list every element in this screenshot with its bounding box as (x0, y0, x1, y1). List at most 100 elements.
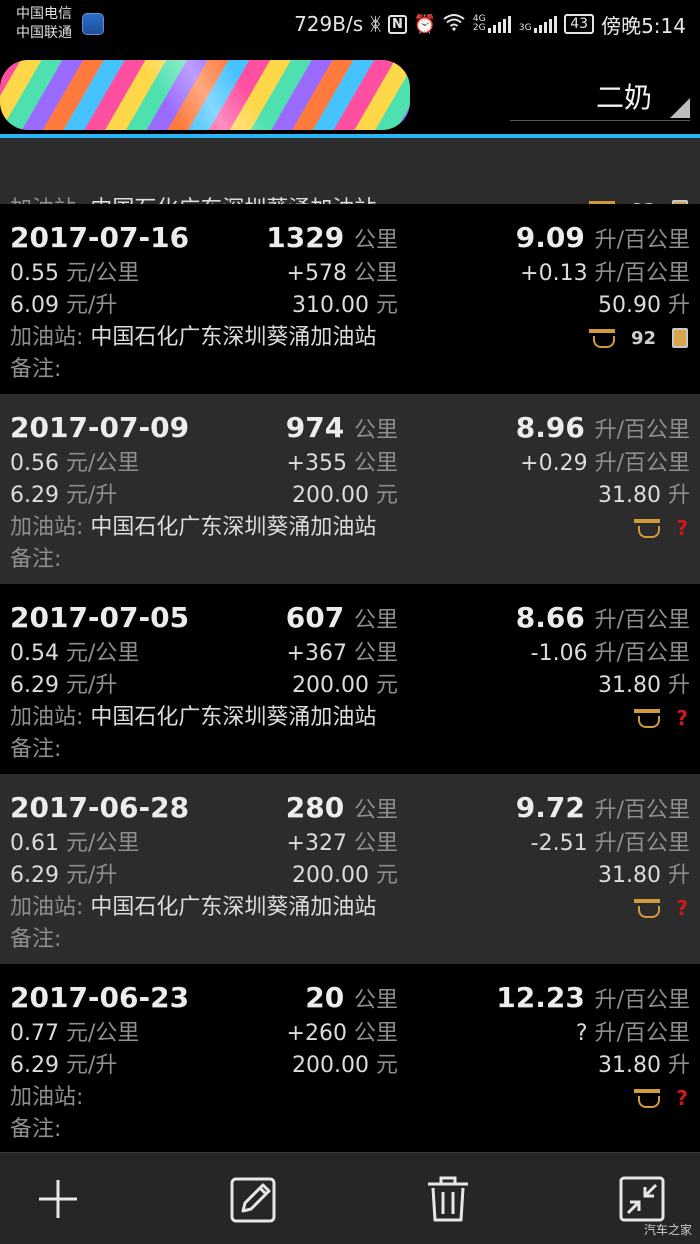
consumption-delta: ? 升/百公里 (575, 1021, 690, 1046)
delete-record-button[interactable] (422, 1173, 474, 1225)
fuel-volume: 31.80 升 (598, 1053, 690, 1078)
record-icons: ? (634, 704, 688, 732)
fuel-price: 6.29 元/升 (10, 673, 118, 698)
consumption-delta: +0.29 升/百公里 (520, 451, 690, 476)
octane-label: 92 (630, 327, 656, 349)
record-item[interactable]: 2017-07-16 1329 公里 9.09 升/百公里 0.55 元/公里 … (0, 204, 700, 394)
remark-row: 备注: (10, 1117, 62, 1142)
record-item[interactable]: 2017-06-28 280 公里 9.72 升/百公里 0.61 元/公里 +… (0, 774, 700, 964)
fuel-nozzle-icon (634, 519, 661, 538)
net-speed: 729B/s (294, 12, 364, 36)
amount-paid: 200.00 元 (292, 863, 398, 888)
consumption-delta: -1.06 升/百公里 (530, 641, 690, 666)
distance-delta: +578 公里 (286, 261, 398, 286)
record-item[interactable]: 2017-07-05 607 公里 8.66 升/百公里 0.54 元/公里 +… (0, 584, 700, 774)
cost-per-km: 0.54 元/公里 (10, 641, 140, 666)
fuel-nozzle-icon (634, 1089, 661, 1108)
consumption-delta: -2.51 升/百公里 (530, 831, 690, 856)
collapse-view-button[interactable] (616, 1173, 668, 1225)
unknown-octane-icon: ? (676, 896, 688, 920)
record-date: 2017-06-28 (10, 791, 190, 824)
record-icons: ? (634, 514, 688, 542)
plus-icon (39, 1180, 77, 1218)
record-icons: ? (634, 1084, 688, 1112)
cost-per-km: 0.61 元/公里 (10, 831, 140, 856)
dropdown-triangle-icon[interactable] (670, 98, 690, 118)
record-item[interactable]: 2017-07-09 974 公里 8.96 升/百公里 0.56 元/公里 +… (0, 394, 700, 584)
status-icons: 729B/s ᛤ N ⏰ 4G 2G 3G 43 傍晚5:14 (294, 10, 686, 38)
fuel-price: 6.09 元/升 (10, 293, 118, 318)
remark-row: 备注: (10, 357, 62, 382)
station-row: 加油站: 中国石化广东深圳葵涌加油站 (10, 325, 377, 350)
fuel-volume: 50.90 升 (598, 293, 690, 318)
signal-1-icon: 4G 2G (472, 15, 512, 33)
fuel-price: 6.29 元/升 (10, 863, 118, 888)
station-row: 加油站: 中国石化广东深圳葵涌加油站 (10, 705, 377, 730)
trash-icon (428, 1176, 468, 1222)
fuel-volume: 31.80 升 (598, 673, 690, 698)
fuel-tank-icon (672, 328, 688, 348)
station-row: 加油站: 中国石化广东深圳葵涌加油站 (10, 515, 377, 540)
distance-delta: +260 公里 (286, 1021, 398, 1046)
record-date: 2017-07-09 (10, 411, 190, 444)
record-date: 2017-07-16 (10, 221, 190, 254)
wifi-icon (443, 13, 465, 36)
bluetooth-icon: ᛤ (370, 13, 381, 35)
fuel-price: 6.29 元/升 (10, 483, 118, 508)
signal-2-icon: 3G (518, 15, 558, 33)
record-date: 2017-06-23 (10, 981, 190, 1014)
amount-paid: 200.00 元 (292, 1053, 398, 1078)
watermark: 汽车之家 (643, 1223, 692, 1237)
fuel-volume: 31.80 升 (598, 863, 690, 888)
bottom-toolbar: 汽车之家 (0, 1152, 700, 1244)
unknown-octane-icon: ? (676, 706, 688, 730)
record-icons: 92 (588, 324, 688, 352)
vehicle-selector[interactable]: 二奶 (596, 76, 652, 116)
remark-row: 备注: (10, 547, 62, 572)
odometer: 974 公里 (285, 411, 398, 444)
consumption: 8.66 升/百公里 (515, 601, 690, 634)
carrier-info: 中国电信 中国联通 (16, 5, 72, 43)
edit-record-button[interactable] (228, 1173, 280, 1225)
cost-per-km: 0.55 元/公里 (10, 261, 140, 286)
station-row: 加油站: 中国石化广东深圳葵涌加油站 (10, 895, 377, 920)
redacted-title-logo (0, 60, 410, 130)
distance-delta: +355 公里 (286, 451, 398, 476)
consumption: 12.23 升/百公里 (496, 981, 690, 1014)
battery-icon: 43 (564, 14, 595, 34)
amount-paid: 200.00 元 (292, 673, 398, 698)
odometer: 20 公里 (305, 981, 398, 1014)
nfc-icon: N (387, 14, 407, 34)
fuel-volume: 31.80 升 (598, 483, 690, 508)
record-icons: ? (634, 894, 688, 922)
edit-icon (230, 1177, 276, 1223)
notification-app-icon (82, 13, 104, 35)
cost-per-km: 0.56 元/公里 (10, 451, 140, 476)
remark-row: 备注: (10, 737, 62, 762)
record-date: 2017-07-05 (10, 601, 190, 634)
unknown-octane-icon: ? (676, 516, 688, 540)
add-record-button[interactable] (32, 1173, 84, 1225)
consumption: 8.96 升/百公里 (515, 411, 690, 444)
consumption: 9.72 升/百公里 (515, 791, 690, 824)
app-header: 二奶 (0, 48, 700, 136)
remark-row: 备注: (10, 927, 62, 952)
consumption: 9.09 升/百公里 (515, 221, 690, 254)
distance-delta: +327 公里 (286, 831, 398, 856)
amount-paid: 200.00 元 (292, 483, 398, 508)
fuel-record-list[interactable]: 加油站: 中国石化广东深圳葵涌加油站 备注: 92 2017-07-16 132… (0, 138, 700, 1152)
fuel-nozzle-icon (588, 329, 615, 348)
carrier-1: 中国电信 (16, 6, 72, 22)
vehicle-selector-underline (510, 120, 690, 121)
cost-per-km: 0.77 元/公里 (10, 1021, 140, 1046)
record-item[interactable]: 2017-06-23 20 公里 12.23 升/百公里 0.77 元/公里 +… (0, 964, 700, 1152)
odometer: 607 公里 (285, 601, 398, 634)
status-time: 傍晚5:14 (601, 13, 686, 38)
fuel-nozzle-icon (634, 709, 661, 728)
fuel-nozzle-icon (634, 899, 661, 918)
status-bar: 中国电信 中国联通 729B/s ᛤ N ⏰ 4G 2G 3G 43 傍晚5:1… (0, 0, 700, 48)
station-row: 加油站: (10, 1085, 84, 1110)
header-accent-line (0, 134, 700, 138)
alarm-icon: ⏰ (413, 13, 437, 35)
distance-delta: +367 公里 (286, 641, 398, 666)
